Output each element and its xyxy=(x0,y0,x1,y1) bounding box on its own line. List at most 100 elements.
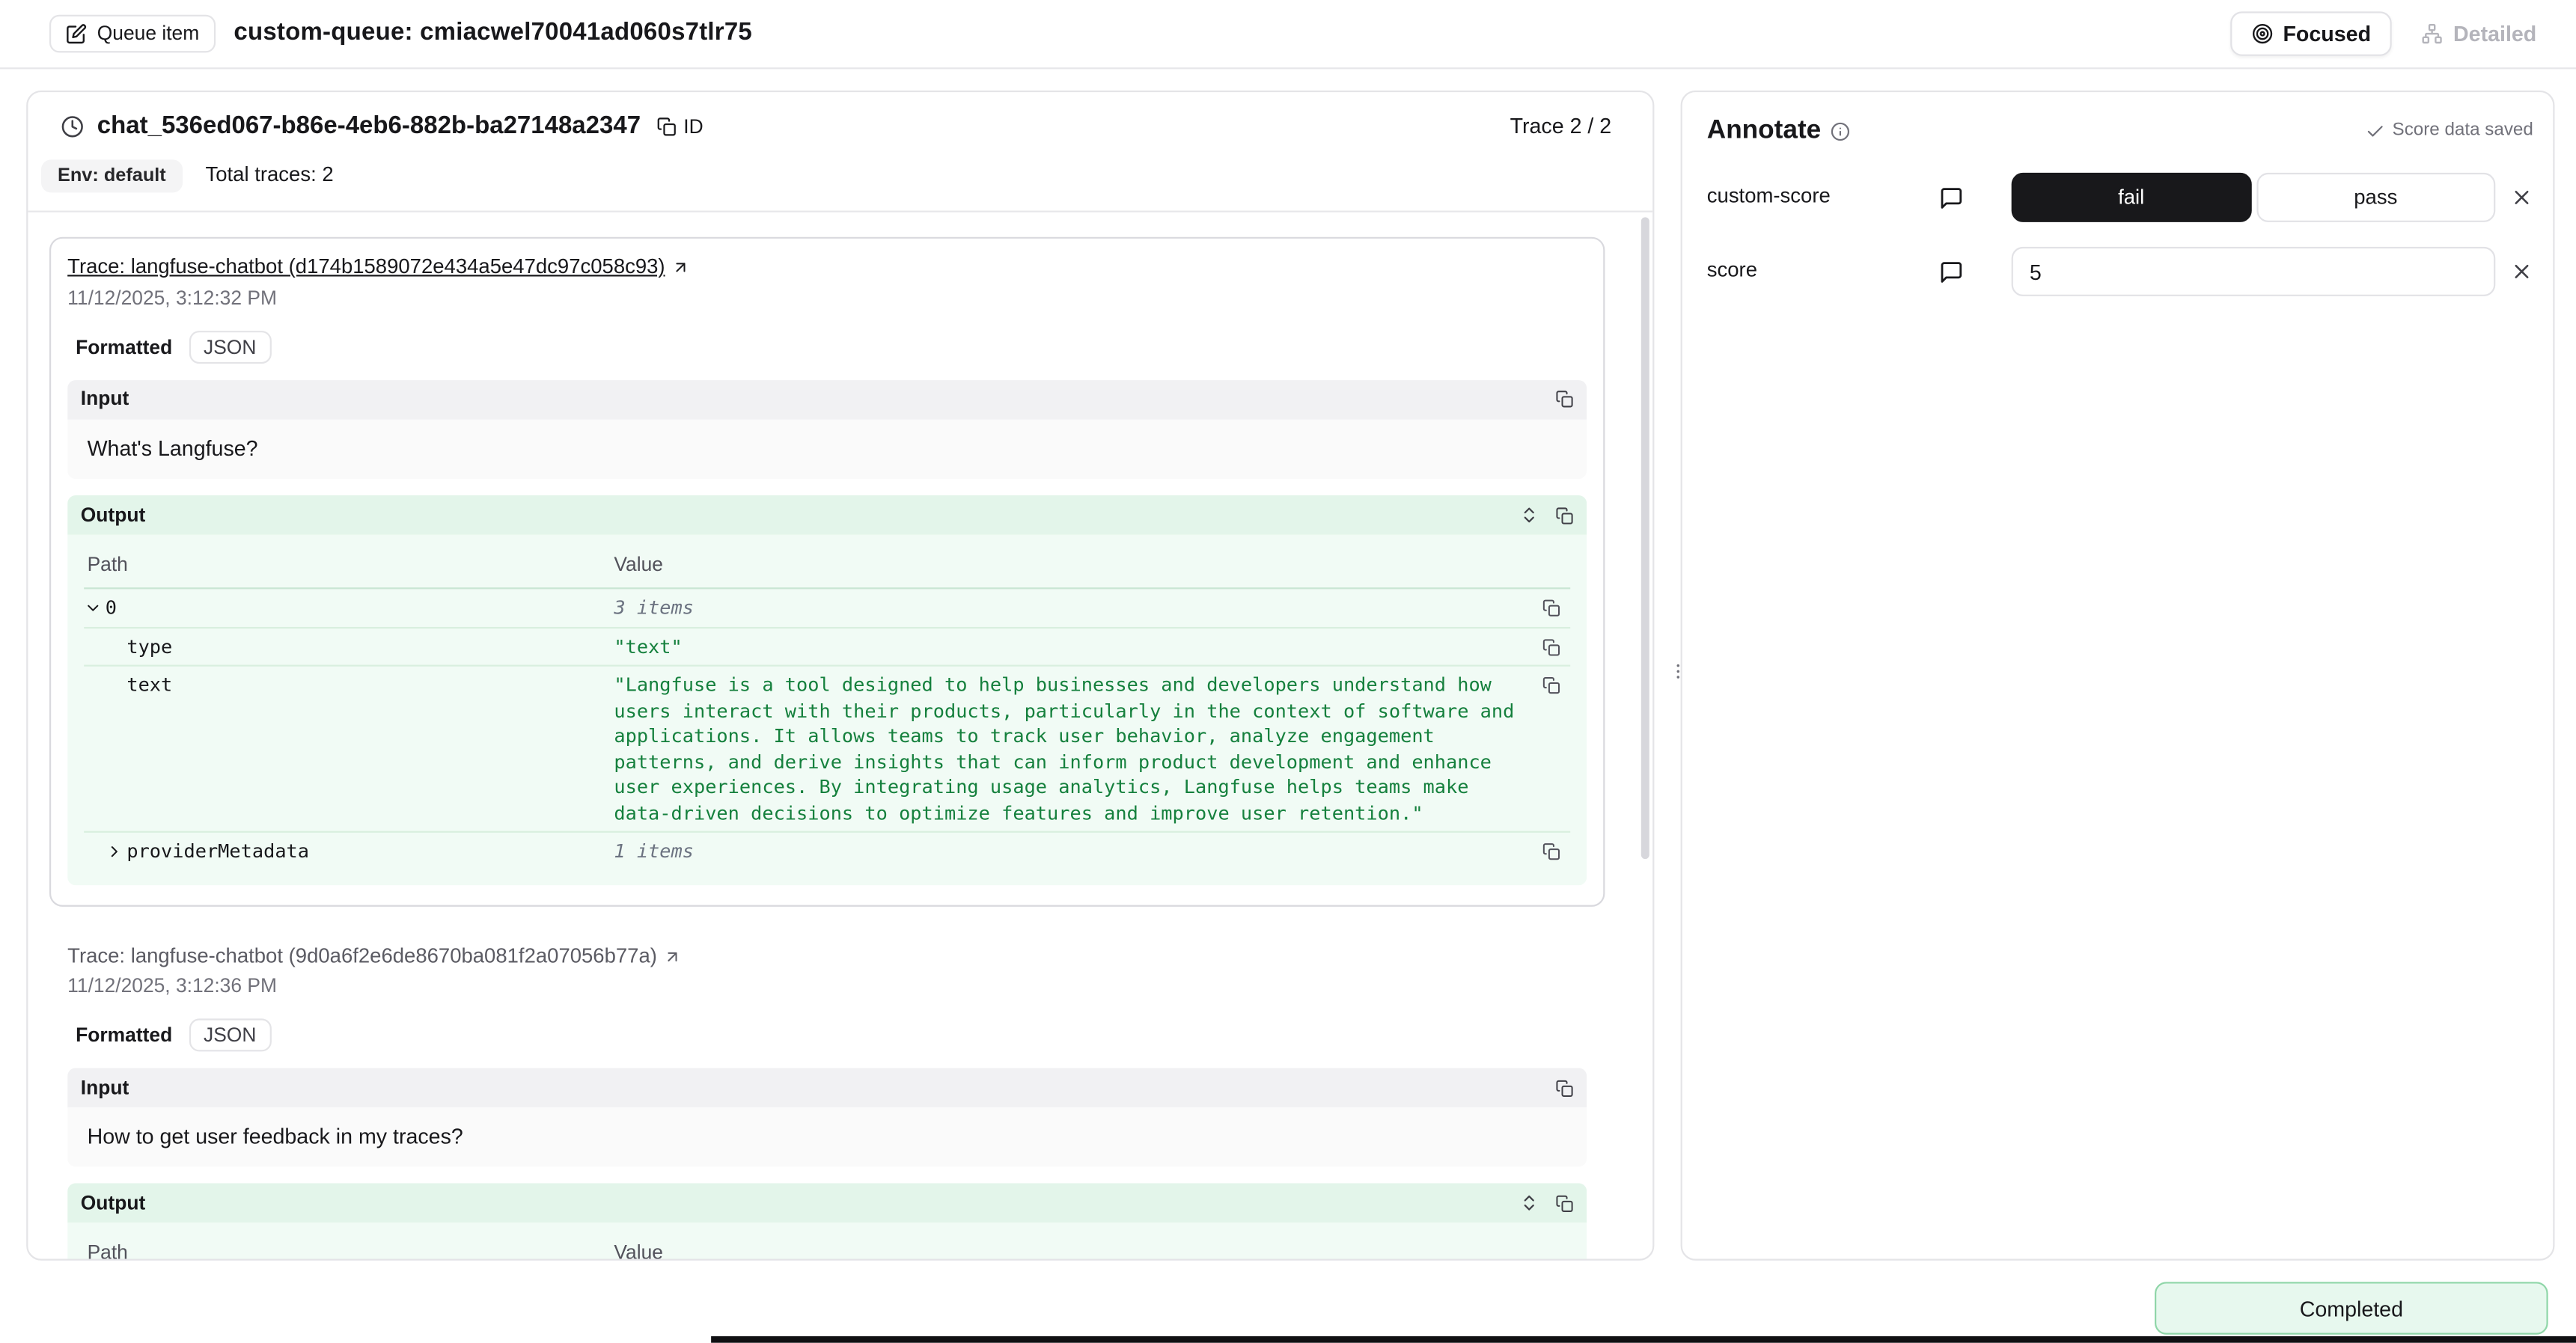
target-icon xyxy=(2252,23,2274,45)
output-section: Output Path xyxy=(67,495,1587,884)
trace-link-label: Trace: langfuse-chatbot (9d0a6f2e6de8670… xyxy=(67,943,657,969)
save-status-label: Score data saved xyxy=(2393,120,2533,143)
trace-card-1: Trace: langfuse-chatbot (d174b1589072e43… xyxy=(49,237,1605,906)
copy-icon[interactable] xyxy=(1530,842,1570,860)
table-header: Path Value xyxy=(84,1238,1570,1259)
focused-view-button[interactable]: Focused xyxy=(2230,11,2393,55)
json-key: 0 xyxy=(106,596,117,621)
table-row: type "text" xyxy=(84,628,1570,667)
trace-timestamp: 11/12/2025, 3:12:32 PM xyxy=(67,286,1587,310)
detailed-label: Detailed xyxy=(2453,22,2536,46)
queue-item-panel: chat_536ed067-b86e-4eb6-882b-ba27148a234… xyxy=(26,91,1654,1261)
score-row-custom-score: custom-score fail pass xyxy=(1707,173,2533,222)
chevron-spacer xyxy=(106,634,127,659)
output-section-label: Output xyxy=(81,503,145,527)
json-key: type xyxy=(126,634,172,660)
tab-formatted[interactable]: Formatted xyxy=(67,1021,180,1050)
expand-rows-icon[interactable] xyxy=(1519,505,1539,524)
chevron-right-icon[interactable] xyxy=(106,839,127,864)
trace-link[interactable]: Trace: langfuse-chatbot (d174b1589072e43… xyxy=(67,255,689,281)
tab-formatted[interactable]: Formatted xyxy=(67,332,180,362)
path-column-header: Path xyxy=(84,1241,614,1258)
info-icon[interactable] xyxy=(1831,122,1850,141)
chevron-spacer xyxy=(106,673,127,698)
score-value-input[interactable] xyxy=(2012,247,2496,296)
chevron-down-icon[interactable] xyxy=(84,596,106,620)
value-column-header: Value xyxy=(614,1241,1570,1258)
session-title: chat_536ed067-b86e-4eb6-882b-ba27148a234… xyxy=(97,112,641,143)
queue-item-label: Queue item xyxy=(97,22,199,46)
score-label: score xyxy=(1707,259,1939,284)
close-icon[interactable] xyxy=(2510,260,2533,284)
output-section: Output Path xyxy=(67,1184,1587,1258)
scrollbar-thumb[interactable] xyxy=(1641,217,1649,859)
io-format-tabs: Formatted JSON xyxy=(67,1019,1587,1052)
score-option-group: fail pass xyxy=(2012,173,2496,222)
score-row-score: score xyxy=(1707,247,2533,296)
queue-item-header: chat_536ed067-b86e-4eb6-882b-ba27148a234… xyxy=(28,92,1652,212)
input-section-label: Input xyxy=(81,1076,129,1101)
completed-button[interactable]: Completed xyxy=(2155,1282,2548,1334)
input-value: What's Langfuse? xyxy=(67,419,1587,479)
focused-label: Focused xyxy=(2283,22,2371,46)
trace-link[interactable]: Trace: langfuse-chatbot (9d0a6f2e6de8670… xyxy=(67,943,682,969)
env-badge: Env: default xyxy=(41,159,183,193)
id-label: ID xyxy=(683,116,703,139)
output-section-label: Output xyxy=(81,1191,145,1216)
copy-icon[interactable] xyxy=(1530,599,1570,617)
path-column-header: Path xyxy=(84,553,614,578)
json-value: 3 items xyxy=(614,596,1530,621)
json-key: providerMetadata xyxy=(126,839,309,865)
input-value: How to get user feedback in my traces? xyxy=(67,1107,1587,1167)
detailed-view-button[interactable]: Detailed xyxy=(2409,13,2550,55)
external-link-icon xyxy=(671,259,689,277)
check-icon xyxy=(2366,122,2385,141)
json-key: text xyxy=(126,673,172,699)
app-root: Queue item custom-queue: cmiacwel70041ad… xyxy=(0,0,2576,1343)
trace-timestamp: 11/12/2025, 3:12:36 PM xyxy=(67,974,1587,999)
table-header: Path Value xyxy=(84,550,1570,590)
score-option-fail[interactable]: fail xyxy=(2012,173,2251,222)
network-icon xyxy=(2422,23,2444,45)
copy-icon[interactable] xyxy=(1555,391,1573,409)
copy-icon[interactable] xyxy=(1555,506,1573,524)
screen-edge-strip xyxy=(711,1336,2576,1343)
expand-rows-icon[interactable] xyxy=(1519,1193,1539,1213)
json-value: "Langfuse is a tool designed to help bus… xyxy=(614,673,1530,827)
copy-icon[interactable] xyxy=(1530,637,1570,655)
copy-icon[interactable] xyxy=(1555,1079,1573,1097)
json-value: 1 items xyxy=(614,839,1530,865)
copy-icon xyxy=(657,117,677,137)
comment-icon[interactable] xyxy=(1939,259,1964,284)
total-traces-label: Total traces: 2 xyxy=(206,163,334,189)
table-row: providerMetadata 1 items xyxy=(84,833,1570,869)
input-section: Input How to get user feedback in my tra… xyxy=(67,1068,1587,1168)
value-column-header: Value xyxy=(614,553,1570,578)
comment-icon[interactable] xyxy=(1939,185,1964,209)
trace-scroll-area[interactable]: Trace: langfuse-chatbot (d174b1589072e43… xyxy=(28,212,1652,1259)
external-link-icon xyxy=(664,947,682,965)
tab-json[interactable]: JSON xyxy=(189,1019,271,1052)
tab-json[interactable]: JSON xyxy=(189,331,271,364)
topbar: Queue item custom-queue: cmiacwel70041ad… xyxy=(0,0,2576,69)
input-section: Input What's Langfuse? xyxy=(67,380,1587,480)
table-row: 0 3 items xyxy=(84,589,1570,628)
view-mode-switch: Focused Detailed xyxy=(2230,11,2550,55)
trace-link-label: Trace: langfuse-chatbot (d174b1589072e43… xyxy=(67,255,665,281)
io-format-tabs: Formatted JSON xyxy=(67,331,1587,364)
output-json-table: Path Value 0 3 items xyxy=(84,1238,1570,1259)
queue-item-icon xyxy=(66,23,88,45)
close-icon[interactable] xyxy=(2510,186,2533,209)
page-title: custom-queue: cmiacwel70041ad060s7tlr75 xyxy=(234,18,752,49)
queue-item-badge: Queue item xyxy=(49,15,216,53)
score-option-pass[interactable]: pass xyxy=(2256,173,2495,222)
copy-icon[interactable] xyxy=(1555,1194,1573,1212)
json-value: "text" xyxy=(614,634,1530,660)
trace-card-2: Trace: langfuse-chatbot (9d0a6f2e6de8670… xyxy=(49,926,1605,1258)
id-copy-button[interactable]: ID xyxy=(657,116,703,139)
table-row: text "Langfuse is a tool designed to hel… xyxy=(84,667,1570,833)
copy-icon[interactable] xyxy=(1530,676,1570,694)
annotate-title: Annotate xyxy=(1707,115,1821,148)
output-json-table: Path Value 0 3 items xyxy=(84,550,1570,870)
save-status: Score data saved xyxy=(2366,120,2533,143)
